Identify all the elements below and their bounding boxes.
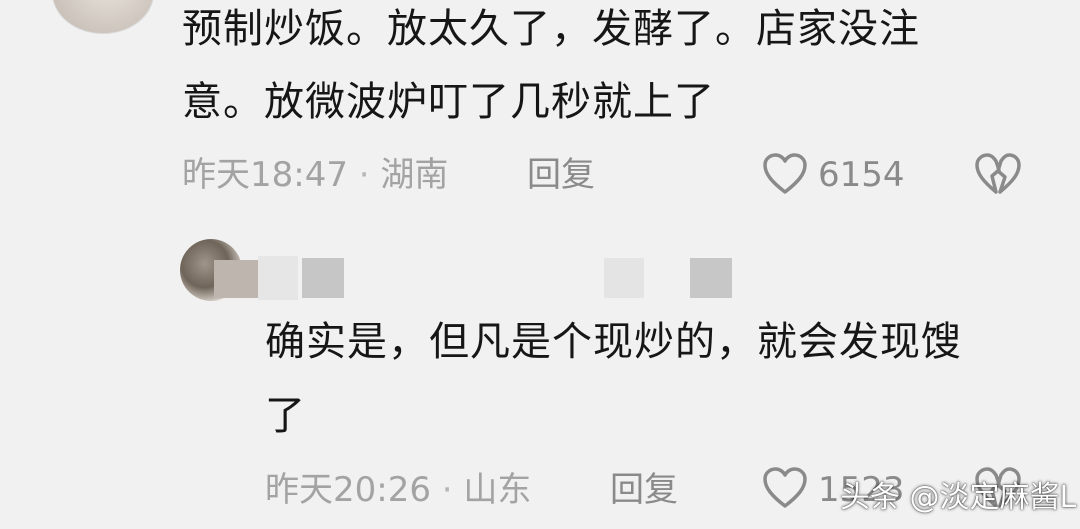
heart-outline-icon (763, 153, 807, 194)
reply-text-line-2: 了 (265, 393, 306, 439)
avatar[interactable] (52, 0, 154, 34)
reply-text-line-1: 确实是，但凡是个现炒的，就会发现馊 (265, 319, 962, 365)
reply-meta: 昨天20:26 · 山东 (265, 470, 531, 510)
comment-text-line-1: 预制炒饭。放太久了，发酵了。店家没注 (182, 6, 920, 52)
broken-heart-icon (975, 153, 1021, 194)
like-button[interactable] (762, 152, 808, 196)
heart-outline-icon (763, 467, 807, 508)
watermark: 头条 @淡定麻酱L (840, 480, 1077, 515)
reply-time: 昨天20:26 (265, 470, 431, 510)
meta-separator: · (441, 470, 453, 510)
blurred-username[interactable] (214, 256, 744, 302)
reply-button[interactable]: 回复 (527, 155, 595, 195)
reply-location: 山东 (463, 470, 532, 510)
comment-meta: 昨天18:47 · 湖南 (182, 155, 448, 195)
comment-location: 湖南 (380, 155, 449, 195)
comment-time: 昨天18:47 (182, 155, 348, 195)
meta-separator: · (358, 155, 370, 195)
comment-text-line-2: 意。放微波炉叮了几秒就上了 (182, 79, 715, 125)
like-count: 6154 (818, 155, 905, 195)
dislike-button[interactable] (974, 152, 1022, 196)
reply-like-button[interactable] (762, 466, 808, 510)
reply-reply-button[interactable]: 回复 (610, 470, 678, 510)
